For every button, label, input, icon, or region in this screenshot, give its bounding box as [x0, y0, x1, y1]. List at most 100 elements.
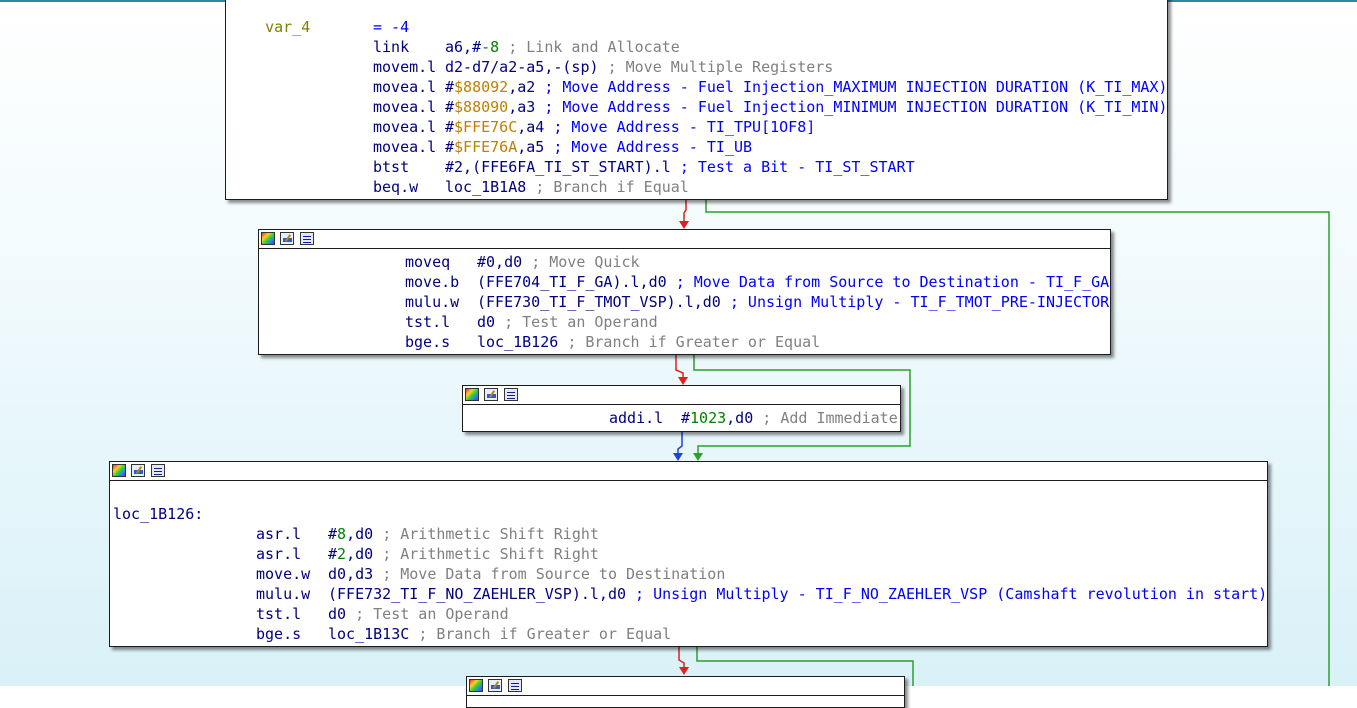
- var-line: var_4 = -4: [229, 0, 409, 36]
- comment: ; Move Multiple Registers: [607, 58, 834, 76]
- mnemonic: bge.s: [405, 333, 451, 351]
- operands: #$FFE76C,a4 ; Move Address - TI_TPU[1OF8…: [445, 117, 815, 137]
- operand-suffix: ,a5: [517, 138, 545, 156]
- instruction-line[interactable]: beq.w loc_1B1A8 ; Branch if Equal: [226, 177, 1167, 197]
- instruction-line[interactable]: moveq #0,d0 ; Move Quick: [259, 252, 1110, 272]
- graph-colors-icon[interactable]: [261, 232, 275, 245]
- graph-colors-icon[interactable]: [112, 464, 126, 477]
- comment: ; Test a Bit - TI_ST_START: [679, 158, 915, 176]
- block-header: [110, 462, 1267, 481]
- graph-colors-icon[interactable]: [465, 388, 479, 401]
- comment: ; Move Address - Fuel Injection_MINIMUM …: [544, 98, 1168, 116]
- mnemonic: link: [373, 38, 410, 56]
- comment: ; Move Address - Fuel Injection_MAXIMUM …: [544, 78, 1168, 96]
- mnemonic: movea.l: [373, 78, 437, 96]
- instruction-line[interactable]: movea.l #$FFE76A,a5 ; Move Address - TI_U…: [226, 137, 1167, 157]
- instruction-line[interactable]: movea.l #$88092,a2 ; Move Address - Fuel …: [226, 77, 1167, 97]
- operands: #$FFE76A,a5 ; Move Address - TI_UB: [445, 137, 752, 157]
- operand-text: loc_1B126: [477, 333, 559, 351]
- block-header: [259, 230, 1110, 249]
- operand-prefix: #: [328, 525, 338, 543]
- operand-prefix: #: [328, 545, 338, 563]
- operands: d0 ; Test an Operand: [328, 604, 509, 624]
- code-block-5[interactable]: [466, 676, 905, 708]
- instruction-line[interactable]: tst.l d0 ; Test an Operand: [259, 312, 1110, 332]
- operand-suffix: ,d0: [726, 409, 754, 427]
- operand-text: (FFE704_TI_F_GA).l,d0: [477, 273, 667, 291]
- operand-number: 8: [337, 525, 347, 543]
- list-icon[interactable]: [504, 388, 518, 401]
- operand-prefix: #: [445, 78, 455, 96]
- instruction-line[interactable]: move.w d0,d3 ; Move Data from Source to D…: [110, 564, 1267, 584]
- mnemonic: beq.w: [373, 178, 419, 196]
- edit-icon[interactable]: [280, 232, 294, 245]
- edit-icon[interactable]: [484, 388, 498, 401]
- code-block-2[interactable]: moveq #0,d0 ; Move Quick move.b (FFE704_TI_…: [258, 229, 1111, 355]
- operand-text: d0: [477, 313, 496, 331]
- edit-icon[interactable]: [131, 464, 145, 477]
- instruction-line[interactable]: movea.l #$88090,a3 ; Move Address - Fuel …: [226, 97, 1167, 117]
- operands: d2-d7/a2-a5,-(sp) ; Move Multiple Regist…: [445, 57, 833, 77]
- comment: ; Branch if Greater or Equal: [567, 333, 821, 351]
- mnemonic: btst: [373, 158, 410, 176]
- arrow-b1-b2: [679, 221, 689, 229]
- block-header: [467, 677, 904, 696]
- instruction-line[interactable]: bge.s loc_1B13C ; Branch if Greater or Eq…: [110, 624, 1267, 644]
- comment: ; Unsign Multiply - TI_F_NO_ZAEHLER_VSP …: [635, 585, 1268, 603]
- mnemonic: asr.l: [256, 545, 302, 563]
- instruction-line[interactable]: move.b (FFE704_TI_F_GA).l,d0 ; Move Data …: [259, 272, 1110, 292]
- instruction-line[interactable]: tst.l d0 ; Test an Operand: [110, 604, 1267, 624]
- location-label[interactable]: loc_1B126:: [113, 504, 203, 524]
- mnemonic: mulu.w: [405, 293, 460, 311]
- instruction-line[interactable]: asr.l #8,d0 ; Arithmetic Shift Right: [110, 524, 1267, 544]
- operand-text: d0: [328, 605, 347, 623]
- operands: d0,d3 ; Move Data from Source to Destina…: [328, 564, 725, 584]
- comment: ; Test an Operand: [504, 313, 658, 331]
- arrow-b4-next: [679, 667, 689, 675]
- operands: (FFE730_TI_F_TMOT_VSP).l,d0 ; Unsign Mul…: [477, 292, 1109, 312]
- operand-text: a6,#: [445, 38, 482, 56]
- operand-address[interactable]: $FFE76A: [454, 138, 517, 156]
- code-block-3[interactable]: addi.l #1023,d0 ; Add Immediate: [462, 385, 901, 432]
- mnemonic: bge.s: [256, 625, 302, 643]
- operand-number: 1023: [690, 409, 727, 427]
- instruction-line[interactable]: addi.l #1023,d0 ; Add Immediate: [463, 408, 900, 428]
- operand-address[interactable]: $88092: [454, 78, 508, 96]
- instruction-line[interactable]: movea.l #$FFE76C,a4 ; Move Address - TI_T…: [226, 117, 1167, 137]
- operands: #2,(FFE6FA_TI_ST_START).l ; Test a Bit -…: [445, 157, 915, 177]
- operand-address[interactable]: $88090: [454, 98, 508, 116]
- mnemonic: addi.l: [609, 409, 664, 427]
- code-block-4[interactable]: loc_1B126: asr.l #8,d0 ; Arithmetic Shift…: [109, 461, 1268, 647]
- instruction-line[interactable]: movem.l d2-d7/a2-a5,-(sp) ; Move Multiple…: [226, 57, 1167, 77]
- operand-text: d0,d3: [328, 565, 374, 583]
- comment: ; Move Address - TI_UB: [553, 138, 753, 156]
- mnemonic: mulu.w: [256, 585, 311, 603]
- arrow-b2-b3: [678, 377, 688, 385]
- comment: ; Arithmetic Shift Right: [382, 545, 599, 563]
- mnemonic: moveq: [405, 253, 451, 271]
- comment: ; Add Immediate: [762, 409, 898, 427]
- operands: a6,#-8 ; Link and Allocate: [445, 37, 680, 57]
- instruction-line[interactable]: btst #2,(FFE6FA_TI_ST_START).l ; Test a B…: [226, 157, 1167, 177]
- operands: #0,d0 ; Move Quick: [477, 252, 640, 272]
- mnemonic: tst.l: [256, 605, 302, 623]
- list-icon[interactable]: [151, 464, 165, 477]
- operands: #$88092,a2 ; Move Address - Fuel Injecti…: [445, 77, 1167, 97]
- instruction-line[interactable]: link a6,#-8 ; Link and Allocate: [226, 37, 1167, 57]
- comment: ; Move Quick: [531, 253, 640, 271]
- operand-prefix: #: [445, 98, 455, 116]
- operand-prefix: #: [681, 409, 691, 427]
- comment: ; Branch if Greater or Equal: [418, 625, 672, 643]
- instruction-line[interactable]: mulu.w (FFE732_TI_F_NO_ZAEHLER_VSP).l,d0 …: [110, 584, 1267, 604]
- operand-number: -8: [481, 38, 500, 56]
- edge-b2-b3: [675, 354, 684, 378]
- list-icon[interactable]: [300, 232, 314, 245]
- operand-address[interactable]: $FFE76C: [454, 118, 517, 136]
- operand-text: #2,(FFE6FA_TI_ST_START).l: [445, 158, 671, 176]
- edge-b3-b4: [677, 431, 683, 454]
- instruction-line[interactable]: asr.l #2,d0 ; Arithmetic Shift Right: [110, 544, 1267, 564]
- code-block-1[interactable]: var_4 = -4 link a6,#-8 ; Link and Allocate…: [225, 0, 1168, 200]
- instruction-line[interactable]: mulu.w (FFE730_TI_F_TMOT_VSP).l,d0 ; Unsi…: [259, 292, 1110, 312]
- instruction-line[interactable]: bge.s loc_1B126 ; Branch if Greater or Eq…: [259, 332, 1110, 352]
- operand-text: loc_1B1A8: [445, 178, 527, 196]
